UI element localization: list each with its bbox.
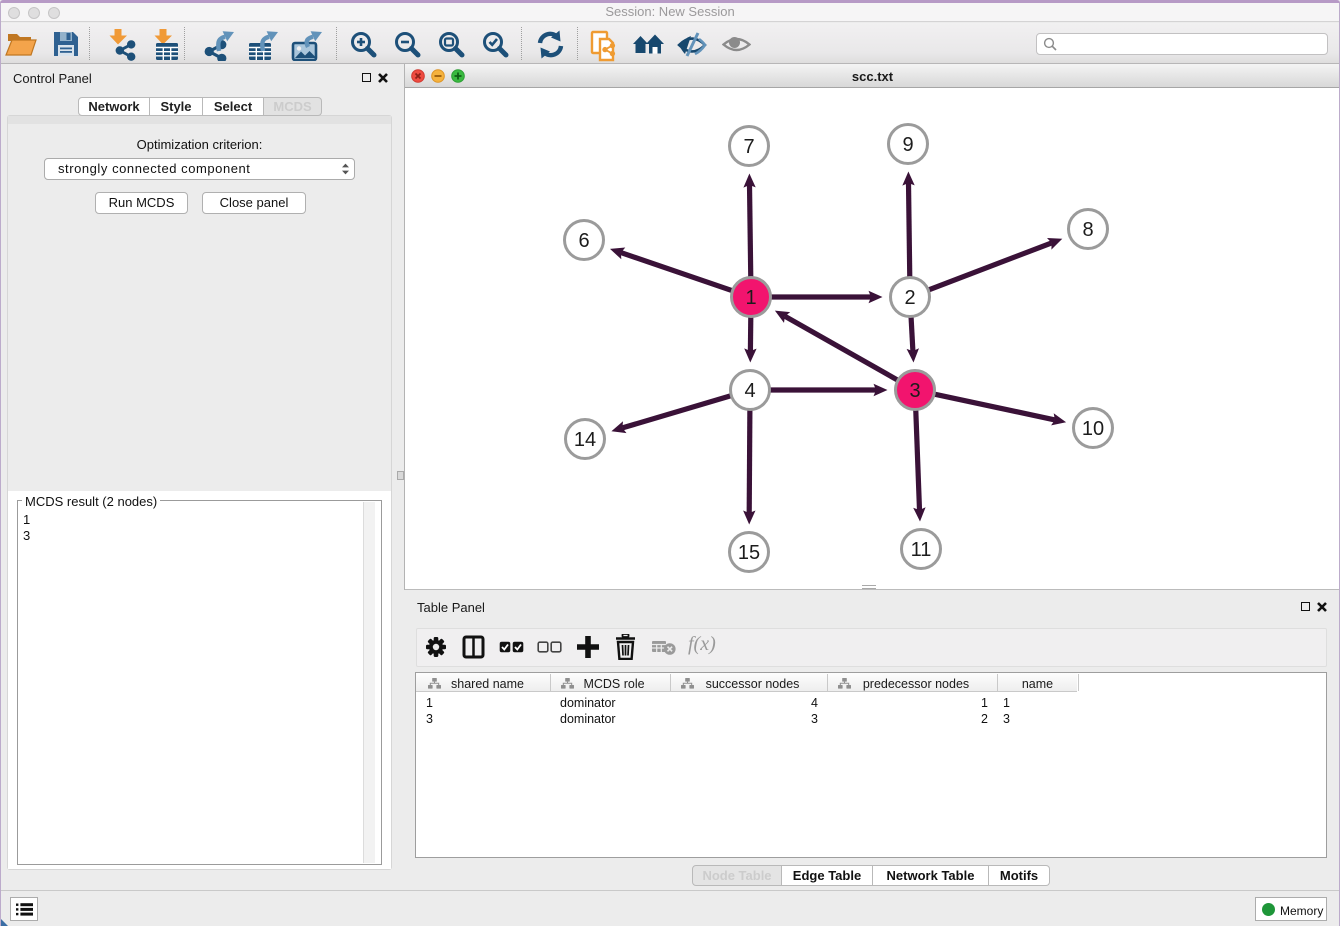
svg-text:14: 14: [574, 429, 596, 451]
svg-text:15: 15: [738, 542, 760, 564]
svg-text:1: 1: [745, 287, 756, 309]
svg-text:2: 2: [904, 287, 915, 309]
svg-text:3: 3: [909, 380, 920, 402]
svg-text:6: 6: [578, 230, 589, 252]
svg-text:10: 10: [1082, 418, 1104, 440]
svg-text:9: 9: [902, 134, 913, 156]
svg-text:4: 4: [744, 380, 755, 402]
svg-text:8: 8: [1082, 219, 1093, 241]
svg-text:7: 7: [743, 136, 754, 158]
svg-text:11: 11: [911, 539, 932, 561]
